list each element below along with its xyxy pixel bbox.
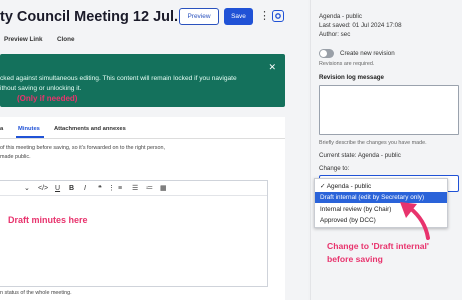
list-icon[interactable]: ☰: [132, 184, 138, 193]
quote-icon[interactable]: ❝: [98, 184, 102, 193]
align-icon[interactable]: ≡: [118, 184, 122, 193]
create-revision-label: Create new revision: [340, 50, 395, 57]
bold-icon[interactable]: B: [69, 184, 74, 193]
code-icon[interactable]: </>: [38, 184, 48, 193]
tab-divider: [0, 138, 285, 139]
table-icon[interactable]: ▦: [160, 184, 167, 193]
revision-annotation: (Only if needed): [17, 94, 78, 103]
change-to-label: Change to:: [319, 165, 350, 172]
status-footnote: n status of the whole meeting.: [0, 290, 72, 296]
current-state: Current state: Agenda - public: [319, 152, 401, 159]
revision-log-textarea[interactable]: [319, 85, 459, 135]
page-title: ty Council Meeting 12 Jul...: [0, 9, 187, 25]
revision-log-label: Revision log message: [319, 74, 384, 81]
state-header: Agenda - public: [319, 13, 362, 20]
change-state-annotation: Change to 'Draft internal' before saving: [327, 241, 429, 264]
main-content: ty Council Meeting 12 Jul... Preview Sav…: [0, 0, 308, 300]
annotation-arrow-icon: [400, 202, 430, 240]
alert-message: cked against simultaneous editing. This …: [0, 75, 237, 92]
editor-toolbar: ⌄ </> U B I ❝ ⋮ ≡ ☰ ≔ ▦: [0, 181, 267, 196]
more-options-icon[interactable]: ⋮: [108, 184, 115, 193]
numbered-list-icon[interactable]: ≔: [146, 184, 153, 193]
author: Author: sec: [319, 31, 351, 38]
underline-icon[interactable]: U: [55, 184, 60, 193]
chevron-down-icon[interactable]: ⌄: [24, 184, 30, 193]
minutes-editor[interactable]: ⌄ </> U B I ❝ ⋮ ≡ ☰ ≔ ▦ Draft minutes he…: [0, 180, 268, 287]
more-options-icon[interactable]: ⋮: [259, 9, 270, 23]
last-saved: Last saved: 01 Jul 2024 17:08: [319, 22, 402, 29]
minutes-help-text: of this meeting before saving, so it's f…: [0, 145, 165, 160]
preview-link-tab[interactable]: Preview Link: [4, 36, 43, 43]
tab-attachments[interactable]: Attachments and annexes: [54, 126, 126, 132]
italic-icon[interactable]: I: [84, 184, 86, 193]
create-revision-toggle[interactable]: [319, 49, 334, 58]
tab-agenda[interactable]: a: [0, 126, 3, 132]
save-button[interactable]: Save: [224, 8, 253, 25]
settings-icon[interactable]: [272, 10, 284, 22]
draft-minutes-annotation: Draft minutes here: [8, 215, 88, 225]
revision-help-text: Briefly describe the changes you have ma…: [319, 140, 427, 146]
close-icon[interactable]: ✕: [268, 62, 276, 73]
tab-minutes[interactable]: Minutes: [18, 126, 40, 132]
clone-tab[interactable]: Clone: [57, 36, 75, 43]
preview-button[interactable]: Preview: [179, 8, 219, 25]
revisions-required-text: Revisions are required.: [319, 61, 375, 67]
option-agenda-public[interactable]: ✓ Agenda - public: [315, 181, 447, 192]
